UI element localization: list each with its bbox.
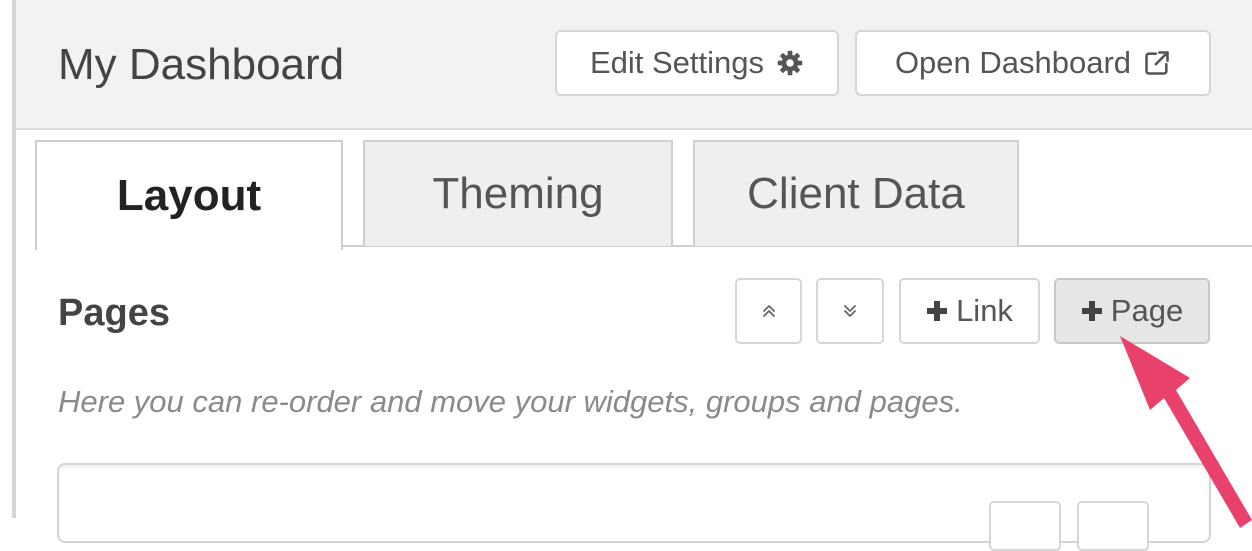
tab-client-data[interactable]: Client Data <box>693 140 1019 246</box>
panel-header: My Dashboard Edit Settings Open Dashboar… <box>16 0 1252 130</box>
move-down-button[interactable] <box>816 278 884 344</box>
open-dashboard-button[interactable]: Open Dashboard <box>855 30 1211 96</box>
gear-icon <box>776 49 804 77</box>
add-page-label: Page <box>1110 293 1184 328</box>
edit-settings-button[interactable]: Edit Settings <box>555 30 839 96</box>
tab-theming-label: Theming <box>432 169 604 218</box>
add-link-button[interactable]: Link <box>899 278 1040 344</box>
edit-settings-label: Edit Settings <box>589 45 765 80</box>
double-chevron-down-icon <box>840 293 860 329</box>
tab-theming[interactable]: Theming <box>363 140 673 246</box>
tab-layout[interactable]: Layout <box>35 140 343 250</box>
double-chevron-up-icon <box>759 293 779 329</box>
pages-list <box>57 463 1211 551</box>
move-up-button[interactable] <box>735 278 802 344</box>
plus-icon <box>1081 300 1103 322</box>
list-item-action-button[interactable] <box>989 501 1061 551</box>
open-dashboard-label: Open Dashboard <box>894 45 1132 80</box>
add-link-label: Link <box>956 293 1013 328</box>
annotation-arrow-icon <box>1120 336 1252 528</box>
tab-layout-label: Layout <box>116 171 262 220</box>
dashboard-title: My Dashboard <box>58 40 345 89</box>
external-link-icon <box>1143 49 1171 77</box>
tab-client-data-label: Client Data <box>747 169 965 218</box>
plus-icon <box>926 300 948 322</box>
pages-heading: Pages <box>58 292 170 334</box>
pages-hint-text: Here you can re-order and move your widg… <box>58 384 963 419</box>
dashboard-panel: My Dashboard Edit Settings Open Dashboar… <box>16 0 1252 551</box>
